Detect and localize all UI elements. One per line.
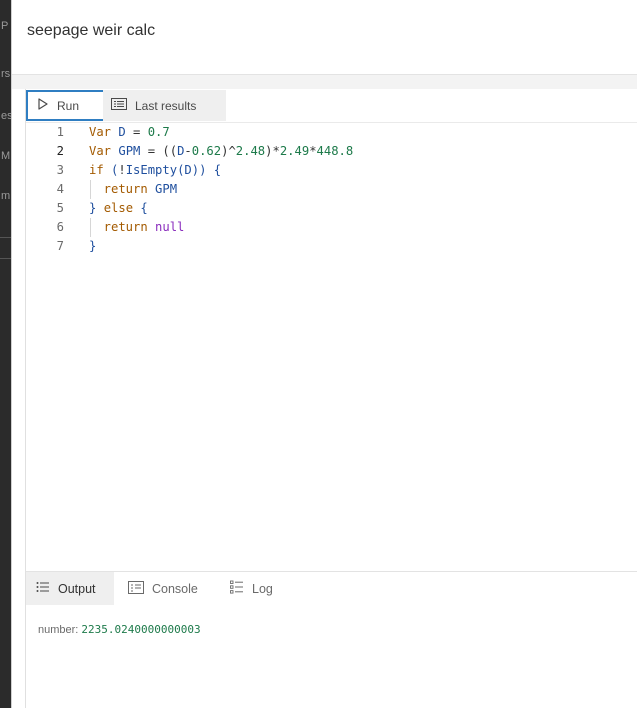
background-char: P xyxy=(1,20,9,32)
line-number: 3 xyxy=(56,163,64,177)
background-char: rs xyxy=(1,68,11,80)
code-token: ! xyxy=(118,163,126,177)
code-token: Var xyxy=(89,125,119,139)
background-divider xyxy=(0,258,11,259)
code-token: if xyxy=(89,163,112,177)
code-text: return GPM xyxy=(89,180,177,199)
output-panel: number: 2235.0240000000003 xyxy=(26,605,637,708)
code-line[interactable]: 6 return null xyxy=(26,218,637,237)
modal-header: seepage weir calc xyxy=(12,0,637,75)
code-token: 0.62 xyxy=(191,144,222,158)
background-char: M xyxy=(1,150,11,162)
background-app-strip: P rs es M m xyxy=(0,0,13,708)
play-icon xyxy=(37,98,49,113)
code-token: = (( xyxy=(140,144,178,158)
code-token: GPM xyxy=(155,182,178,196)
page-title: seepage weir calc xyxy=(27,22,156,39)
line-number: 6 xyxy=(56,220,64,234)
code-line[interactable]: 5} else { xyxy=(26,199,637,218)
code-token: 2.49 xyxy=(279,144,310,158)
run-button[interactable]: Run xyxy=(26,90,112,121)
code-token: = xyxy=(125,125,148,139)
code-token: )* xyxy=(265,144,280,158)
code-token: - xyxy=(184,144,192,158)
code-token: D xyxy=(184,163,192,177)
code-token: GPM xyxy=(118,144,141,158)
line-number: 2 xyxy=(56,144,64,158)
results-panel-icon xyxy=(111,98,127,113)
output-type-label: number: xyxy=(38,624,82,636)
line-number: 1 xyxy=(56,125,64,139)
code-line[interactable]: 2 Var GPM = ((D-0.62)^2.48)*2.49*448.8 xyxy=(26,142,637,161)
code-token: 448.8 xyxy=(316,144,354,158)
code-token: )) xyxy=(191,163,207,177)
run-label: Run xyxy=(57,98,80,113)
code-token: )^ xyxy=(221,144,236,158)
code-text: } xyxy=(89,237,96,256)
results-tabs: Output Console Log xyxy=(26,571,637,606)
code-text: if (!IsEmpty(D)) { xyxy=(89,161,221,180)
code-token: return xyxy=(89,182,156,196)
tab-output[interactable]: Output xyxy=(26,572,114,605)
code-text: Var GPM = ((D-0.62)^2.48)*2.49*448.8 xyxy=(89,142,353,161)
output-result: number: 2235.0240000000003 xyxy=(38,623,201,636)
tab-log-label: Log xyxy=(252,581,273,596)
code-line[interactable]: 1 Var D = 0.7 xyxy=(26,123,637,142)
tab-console-label: Console xyxy=(152,581,198,596)
code-line[interactable]: 3 if (!IsEmpty(D)) { xyxy=(26,161,637,180)
line-number: 5 xyxy=(56,201,64,215)
tab-log[interactable]: Log xyxy=(220,572,300,605)
code-token: D xyxy=(118,125,126,139)
code-text: } else { xyxy=(89,199,148,218)
code-token: return xyxy=(89,220,156,234)
console-icon xyxy=(128,580,144,597)
code-editor-panel: Run Last results 1 Var D = 0.7 2 Var GPM… xyxy=(25,89,637,708)
code-token: } xyxy=(89,239,97,253)
code-token: Var xyxy=(89,144,119,158)
last-results-label: Last results xyxy=(135,98,197,113)
code-token: else xyxy=(103,201,141,215)
code-token: { xyxy=(213,163,222,177)
tab-console[interactable]: Console xyxy=(118,572,218,605)
code-token: null xyxy=(155,220,185,234)
code-line[interactable]: 7} xyxy=(26,237,637,256)
list-icon xyxy=(36,581,50,596)
code-token: } xyxy=(89,201,104,215)
line-number: 4 xyxy=(56,182,64,196)
code-token: 0.7 xyxy=(147,125,170,139)
output-value: 2235.0240000000003 xyxy=(81,623,201,636)
code-token: 2.48 xyxy=(235,144,266,158)
log-icon xyxy=(230,580,244,597)
code-token: { xyxy=(140,201,148,215)
tab-output-label: Output xyxy=(58,581,96,596)
code-token: * xyxy=(309,144,317,158)
code-text: return null xyxy=(89,218,185,237)
arcade-editor-modal: seepage weir calc Run Last results 1 Var… xyxy=(11,0,637,708)
background-char: m xyxy=(1,190,11,202)
code-token: IsEmpty xyxy=(125,163,178,177)
code-text: Var D = 0.7 xyxy=(89,123,170,142)
last-results-button[interactable]: Last results xyxy=(103,90,226,121)
background-divider xyxy=(0,237,11,238)
code-line[interactable]: 4 return GPM xyxy=(26,180,637,199)
editor-toolbar: Run Last results xyxy=(26,89,637,123)
header-gap xyxy=(12,75,637,89)
code-text-area[interactable]: 1 Var D = 0.7 2 Var GPM = ((D-0.62)^2.48)*2… xyxy=(26,123,637,571)
line-number: 7 xyxy=(56,239,64,253)
